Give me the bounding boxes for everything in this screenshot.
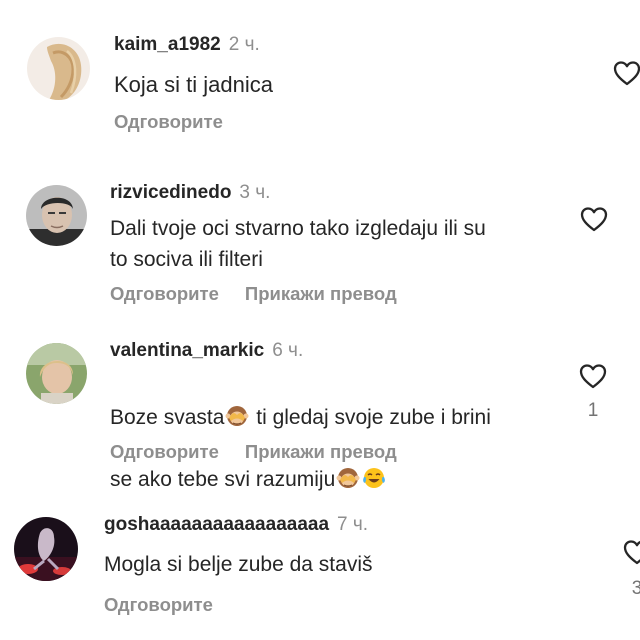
reply-button[interactable]: Одговорите (114, 111, 223, 132)
comment-actions: Одговорите Прикажи превод (110, 283, 397, 305)
heart-outline-icon[interactable] (622, 538, 640, 566)
reply-button[interactable]: Одговорите (110, 441, 219, 462)
like-count: 3 (631, 578, 640, 599)
comment-time: 3 ч. (239, 182, 271, 203)
tears-of-joy-icon (363, 468, 386, 488)
heart-outline-icon[interactable] (579, 205, 609, 233)
avatar[interactable] (27, 37, 90, 100)
comment-text-part: se ako tebe svi razumiju (110, 468, 336, 491)
translate-button[interactable]: Прикажи превод (245, 441, 397, 462)
see-no-evil-monkey-icon (225, 406, 249, 426)
comment-meta: rizvicedinedo 3 ч. (110, 182, 270, 204)
comment-actions: Одговорите (104, 594, 213, 616)
username[interactable]: kaim_a1982 (114, 34, 221, 55)
comment-text: Mogla si belje zube da staviš (104, 553, 373, 576)
reply-button[interactable]: Одговорите (110, 283, 219, 304)
username[interactable]: goshaaaaaaaaaaaaaaaaa (104, 514, 329, 535)
username[interactable]: valentina_markic (110, 340, 264, 361)
username[interactable]: rizvicedinedo (110, 182, 231, 203)
comment-meta: kaim_a1982 2 ч. (114, 34, 260, 56)
comment-text-part: ti gledaj svoje zube i brini (250, 406, 491, 429)
comment-text-part: Boze svasta (110, 406, 225, 429)
comment-time: 7 ч. (337, 514, 369, 535)
comment-time: 2 ч. (228, 34, 260, 55)
avatar[interactable] (14, 517, 78, 581)
comment-text: Koja si ti jadnica (114, 72, 273, 97)
comment-actions: Одговорите Прикажи превод (110, 441, 397, 463)
see-no-evil-monkey-icon (336, 468, 360, 488)
comment-meta: valentina_markic 6 ч. (110, 340, 303, 362)
reply-button[interactable]: Одговорите (104, 594, 213, 615)
heart-outline-icon[interactable] (612, 59, 640, 87)
heart-outline-icon[interactable] (578, 362, 608, 390)
avatar[interactable] (26, 343, 87, 404)
comment-text: Dali tvoje oci stvarno tako izgledaju il… (110, 217, 486, 271)
comment-meta: goshaaaaaaaaaaaaaaaaa 7 ч. (104, 514, 368, 536)
comment-text: Boze svasta ti gledaj svoje zube i brini… (110, 371, 491, 495)
avatar[interactable] (26, 185, 87, 246)
comment-time: 6 ч. (272, 340, 304, 361)
comments-list: kaim_a1982 2 ч. Koja si ti jadnica Одгово… (0, 0, 640, 640)
translate-button[interactable]: Прикажи превод (245, 283, 397, 304)
like-count: 1 (587, 400, 599, 421)
comment-actions: Одговорите (114, 111, 223, 133)
